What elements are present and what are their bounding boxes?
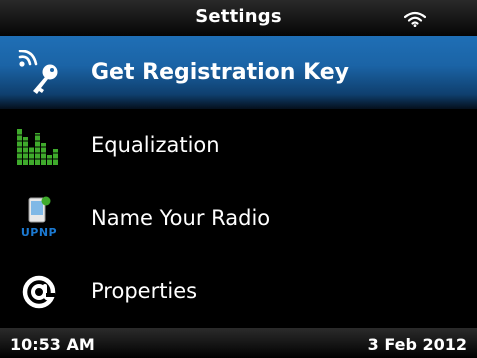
settings-menu: Get Registration Key Equalization UPNP N… [0, 36, 477, 328]
title-bar: Settings [0, 0, 477, 36]
status-bar: 10:53 AM 3 Feb 2012 [0, 328, 477, 358]
registration-key-icon [18, 50, 58, 94]
menu-item-get-registration-key[interactable]: Get Registration Key [0, 36, 477, 109]
menu-item-equalization[interactable]: Equalization [0, 109, 477, 182]
menu-item-name-your-radio[interactable]: UPNP Name Your Radio [0, 182, 477, 255]
upnp-icon: UPNP [16, 196, 62, 242]
current-date: 3 Feb 2012 [367, 335, 467, 354]
menu-item-properties[interactable]: Properties [0, 255, 477, 328]
upnp-label: UPNP [20, 226, 58, 239]
wifi-icon [404, 11, 426, 27]
menu-item-label: Name Your Radio [91, 206, 271, 230]
device-graphic [28, 196, 51, 223]
at-sign-icon [22, 275, 56, 309]
menu-item-label: Get Registration Key [91, 60, 350, 85]
equalizer-icon [16, 129, 62, 165]
clock-time: 10:53 AM [10, 335, 95, 354]
menu-item-label: Equalization [91, 133, 220, 157]
menu-item-label: Properties [91, 279, 198, 303]
